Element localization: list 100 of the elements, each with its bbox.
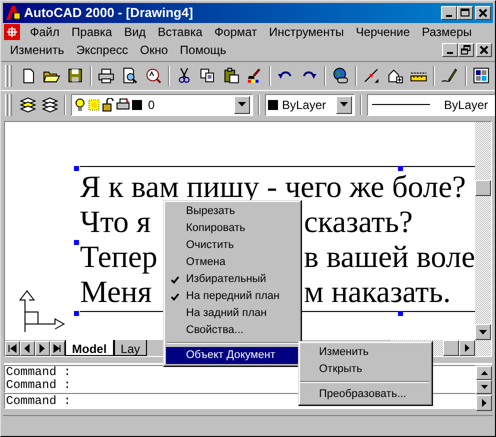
color-name: ByLayer — [282, 96, 326, 114]
last-icon — [53, 344, 62, 352]
menu-item[interactable]: Свойства... — [166, 322, 299, 339]
menu-item[interactable]: На задний план — [166, 305, 299, 322]
menu-item[interactable]: Копировать — [166, 220, 299, 237]
app-logo-icon — [5, 5, 21, 21]
color-swatch — [268, 100, 278, 110]
printer-icon[interactable] — [98, 67, 116, 84]
menu-item[interactable]: Формат — [208, 23, 264, 41]
layout-tab[interactable]: Lay — [114, 340, 148, 356]
scroll-up-button[interactable] — [476, 366, 492, 380]
text-line: в вашей воле — [304, 240, 475, 274]
block-icon[interactable] — [386, 67, 404, 84]
scrollbar-thumb[interactable] — [475, 180, 491, 196]
linetype-sample — [372, 104, 430, 105]
menu-item[interactable]: Окно — [134, 41, 174, 59]
sun-icon — [88, 98, 100, 112]
command-line: Command : — [5, 379, 71, 392]
scroll-down-button[interactable] — [476, 380, 492, 394]
menu-item[interactable]: Черчение — [350, 23, 416, 41]
scrollbar-thumb[interactable] — [443, 340, 459, 356]
text-line: Я к вам пишу - чего же боле? — [80, 170, 466, 204]
restore-icon — [461, 45, 471, 55]
restore-button[interactable] — [458, 43, 474, 57]
menu-item[interactable]: Открыть — [299, 361, 430, 378]
layer-dropdown[interactable]: 0 — [71, 94, 253, 116]
globe-icon[interactable] — [332, 67, 350, 84]
properties-icon[interactable] — [472, 67, 490, 84]
menu-item[interactable]: Вид — [118, 23, 152, 41]
caret-up-icon — [480, 371, 488, 375]
maximize-button[interactable] — [457, 6, 473, 20]
close-button[interactable] — [476, 43, 492, 57]
copy-icon[interactable] — [199, 67, 217, 84]
grip-handle[interactable] — [398, 166, 403, 171]
menu-item[interactable]: Размеры — [416, 23, 478, 41]
menu-item[interactable]: Вставка — [152, 23, 208, 41]
minimize-button[interactable] — [442, 43, 458, 57]
document-icon[interactable] — [4, 24, 20, 40]
menu-item[interactable]: Файл — [24, 23, 66, 41]
print-preview-icon[interactable] — [121, 67, 139, 84]
first-icon — [8, 344, 17, 352]
scroll-right-button[interactable] — [476, 395, 492, 411]
minimize-button[interactable] — [441, 6, 457, 20]
menu-item[interactable]: Вырезать — [166, 203, 299, 220]
scroll-right-button[interactable] — [459, 340, 475, 356]
close-icon — [479, 45, 489, 55]
grip-handle[interactable] — [74, 240, 79, 245]
next-tab-button[interactable] — [35, 340, 50, 356]
color-dropdown[interactable]: ByLayer — [265, 94, 355, 116]
caret-right-icon — [464, 344, 470, 352]
window-title: AutoCAD 2000 - [Drawing4] — [24, 4, 194, 22]
pencil-icon[interactable] — [441, 67, 459, 84]
scroll-down-button[interactable] — [475, 324, 491, 340]
close-icon — [478, 8, 488, 18]
caret-down-icon — [480, 385, 488, 389]
paste-icon[interactable] — [222, 67, 240, 84]
text-line: м наказать. — [304, 274, 451, 308]
last-tab-button[interactable] — [50, 340, 65, 356]
minimize-icon — [446, 15, 452, 17]
menu-item[interactable]: Помощь — [174, 41, 232, 59]
dropdown-arrow-button[interactable] — [336, 96, 352, 114]
previous-tab-button[interactable] — [20, 340, 35, 356]
menu-item[interactable]: Очистить — [166, 237, 299, 254]
layout-tab[interactable]: Model — [65, 340, 114, 356]
text-line: Что я — [80, 204, 151, 238]
padlock-icon — [102, 98, 114, 112]
menu-item[interactable]: Инструменты — [263, 23, 350, 41]
menu-item[interactable]: Правка — [66, 23, 118, 41]
lightbulb-icon — [74, 98, 86, 112]
linetype-dropdown[interactable]: ByLayer — [367, 94, 495, 116]
save-icon[interactable] — [66, 67, 84, 84]
menu-item[interactable]: Изменить — [299, 344, 430, 361]
color-swatch — [132, 100, 142, 110]
layers-icon[interactable] — [19, 96, 37, 113]
minimize-icon — [447, 52, 453, 54]
menu-item[interactable]: Изменить — [4, 41, 70, 59]
dropdown-arrow-button[interactable] — [234, 96, 250, 114]
layer-name: 0 — [148, 96, 155, 114]
caret-down-icon — [238, 102, 246, 107]
first-tab-button[interactable] — [5, 340, 20, 356]
menu-item[interactable]: Объект Документ — [166, 347, 299, 364]
previous-icon — [23, 344, 32, 352]
menu-item[interactable]: Экспресс — [70, 41, 134, 59]
grip-handle[interactable] — [74, 311, 79, 316]
spell-check-icon[interactable] — [144, 67, 162, 84]
caret-right-icon — [482, 399, 486, 407]
grip-handle[interactable] — [398, 311, 403, 316]
maximize-icon — [460, 8, 470, 18]
vertical-scrollbar[interactable] — [475, 122, 491, 340]
menu-item[interactable]: Избирательный — [166, 271, 299, 288]
menu-item[interactable]: Отмена — [166, 254, 299, 271]
menu-item[interactable]: На передний план — [166, 288, 299, 305]
linetype-name: ByLayer — [444, 96, 488, 114]
grip-handle[interactable] — [74, 166, 79, 171]
close-button[interactable] — [475, 6, 491, 20]
line-icon[interactable] — [363, 67, 381, 84]
text-line: сказать? — [304, 204, 413, 238]
caret-down-icon — [479, 330, 487, 334]
text-line: Тепер — [80, 240, 158, 274]
layers-icon[interactable] — [41, 96, 59, 113]
